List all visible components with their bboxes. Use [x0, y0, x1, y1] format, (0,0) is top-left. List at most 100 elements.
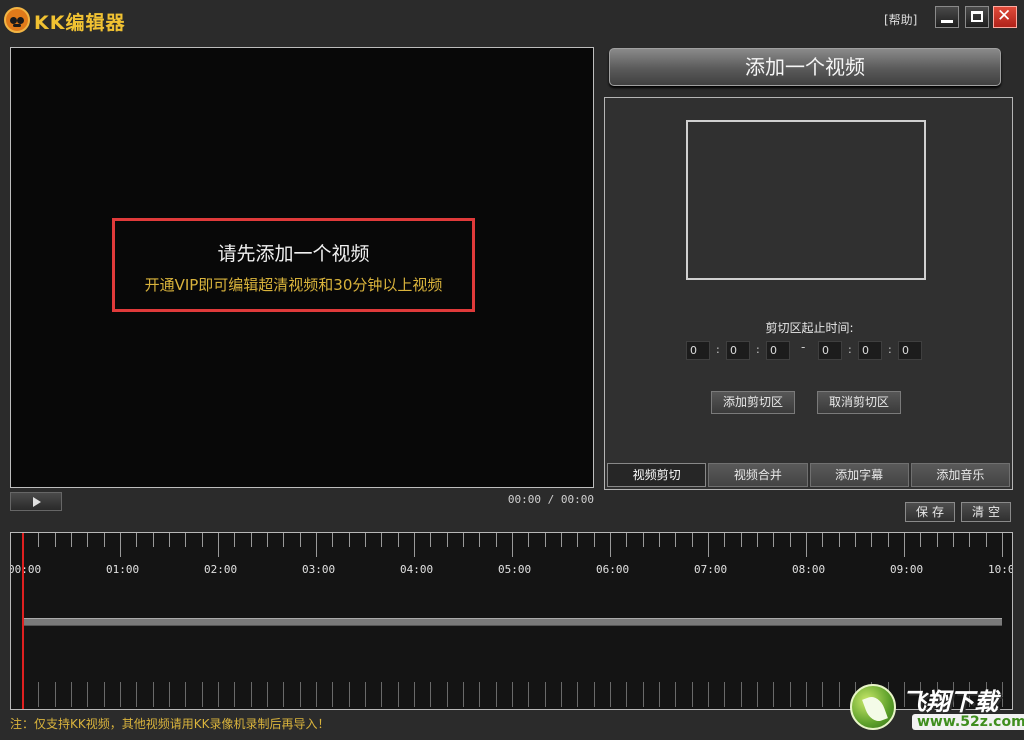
ruler-tick: [332, 533, 334, 547]
ruler-tick: [708, 682, 709, 707]
start-minutes-field[interactable]: 0: [726, 341, 750, 360]
ruler-tick: [201, 682, 203, 707]
ruler-tick: [593, 533, 595, 547]
time-separator: :: [716, 343, 720, 356]
playhead[interactable]: [22, 533, 24, 709]
ruler-tick: [495, 682, 497, 707]
help-link[interactable]: [帮助]: [884, 11, 917, 28]
tab-add-music[interactable]: 添加音乐: [910, 463, 1010, 487]
ruler-tick: [283, 682, 285, 707]
prompt-vip-text: 开通VIP即可编辑超清视频和30分钟以上视频: [144, 276, 443, 294]
ruler-tick: [348, 533, 350, 547]
ruler-tick: [152, 682, 154, 707]
ruler-tick: [234, 533, 236, 547]
ruler-tick: [773, 682, 775, 707]
maximize-icon: [971, 11, 983, 22]
ruler-tick: [430, 682, 432, 707]
end-hours-field[interactable]: 0: [818, 341, 842, 360]
thumbnail-frame: [686, 120, 926, 280]
maximize-button[interactable]: [965, 6, 989, 28]
ruler-tick: [267, 682, 268, 707]
tab-video-merge[interactable]: 视频合并: [708, 463, 808, 487]
ruler-tick: [708, 533, 709, 557]
ruler-tick: [871, 533, 873, 547]
cancel-cut-button[interactable]: 取消剪切区: [817, 391, 901, 414]
ruler-tick: [299, 533, 301, 547]
ruler-tick: [316, 682, 317, 707]
ruler-tick: [528, 682, 530, 707]
start-seconds-field[interactable]: 0: [766, 341, 790, 360]
ruler-tick: [71, 682, 72, 707]
clear-button[interactable]: 清空: [961, 502, 1011, 522]
ruler-tick: [953, 533, 954, 547]
ruler-time-label: 04:00: [400, 563, 434, 576]
ruler-tick: [381, 533, 383, 547]
ruler-tick: [936, 533, 938, 547]
ruler-tick: [169, 533, 170, 547]
video-preview[interactable]: 请先添加一个视频 开通VIP即可编辑超清视频和30分钟以上视频: [10, 47, 594, 488]
ruler-tick: [724, 533, 726, 547]
ruler-tick: [38, 533, 40, 547]
ruler-time-label: 10:00: [988, 563, 1012, 576]
ruler-tick: [838, 533, 840, 547]
ruler-tick: [54, 682, 56, 707]
tab-video-cut[interactable]: 视频剪切: [607, 463, 707, 487]
ruler-tick: [642, 533, 644, 547]
ruler-tick: [577, 533, 579, 547]
ruler-time-label: 07:00: [694, 563, 728, 576]
ruler-tick: [250, 682, 252, 707]
ruler-tick: [169, 682, 170, 707]
ruler-tick: [773, 533, 775, 547]
video-track[interactable]: [22, 618, 1002, 626]
ruler-tick: [1002, 533, 1003, 557]
ruler-tick: [479, 533, 481, 547]
play-icon: [33, 497, 41, 507]
ruler-tick: [103, 533, 105, 547]
end-minutes-field[interactable]: 0: [858, 341, 882, 360]
ruler-tick: [201, 533, 203, 547]
play-button[interactable]: [10, 492, 62, 511]
add-video-button[interactable]: 添加一个视频: [609, 48, 1001, 86]
time-display: 00:00 / 00:00: [507, 493, 594, 506]
app-title: KK编辑器: [34, 12, 126, 34]
ruler-tick: [250, 533, 252, 547]
ruler-tick: [71, 533, 72, 547]
feature-tabs: 视频剪切 视频合并 添加字幕 添加音乐: [607, 463, 1010, 487]
ruler-tick: [512, 533, 513, 557]
ruler-tick: [691, 682, 693, 707]
ruler-tick: [446, 533, 448, 547]
ruler-tick: [822, 682, 824, 707]
minimize-button[interactable]: [935, 6, 959, 28]
ruler-tick: [414, 682, 415, 707]
ruler-tick: [316, 533, 317, 557]
ruler-tick: [855, 533, 856, 547]
title-bar: KK编辑器 [帮助] ✕: [0, 0, 1024, 40]
add-cut-button[interactable]: 添加剪切区: [711, 391, 795, 414]
save-button[interactable]: 保存: [905, 502, 955, 522]
ruler-tick: [691, 533, 693, 547]
ruler-tick: [381, 682, 383, 707]
ruler-tick: [544, 682, 546, 707]
ruler-tick: [675, 682, 677, 707]
ruler-tick: [414, 533, 415, 557]
ruler-tick: [740, 682, 742, 707]
ruler-tick: [544, 533, 546, 547]
time-separator: :: [888, 343, 892, 356]
range-separator: -: [801, 340, 806, 354]
ruler-tick: [397, 682, 399, 707]
start-hours-field[interactable]: 0: [686, 341, 710, 360]
ruler-tick: [87, 533, 89, 547]
minimize-icon: [941, 20, 953, 23]
close-button[interactable]: ✕: [993, 6, 1017, 28]
ruler-tick: [659, 533, 660, 547]
ruler-tick: [463, 682, 464, 707]
ruler-tick: [757, 533, 758, 547]
ruler-time-label: 03:00: [302, 563, 336, 576]
tab-add-subtitle[interactable]: 添加字幕: [809, 463, 909, 487]
ruler-tick: [120, 533, 121, 557]
ruler-tick: [430, 533, 432, 547]
end-seconds-field[interactable]: 0: [898, 341, 922, 360]
ruler-time-label: 08:00: [792, 563, 826, 576]
ruler-tick: [561, 682, 562, 707]
ruler-tick: [38, 682, 40, 707]
